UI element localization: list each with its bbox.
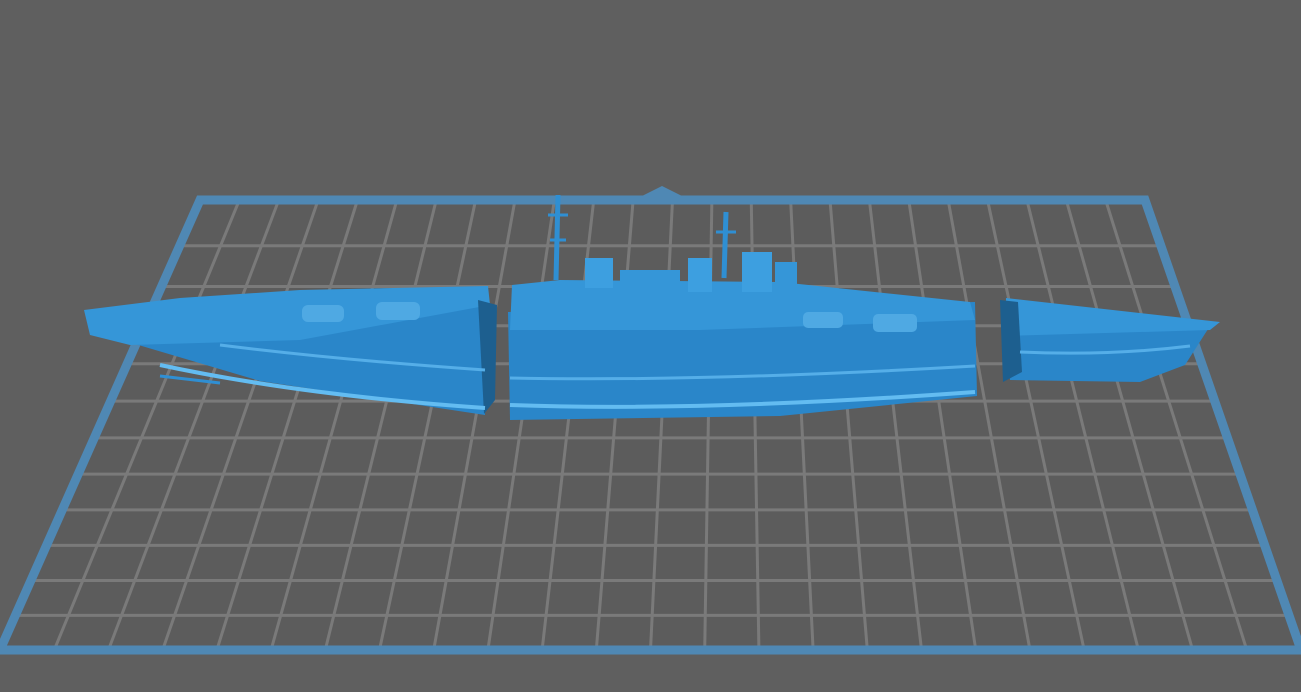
superstructure-block bbox=[688, 258, 712, 292]
stern-turret bbox=[302, 305, 344, 322]
superstructure-block bbox=[620, 270, 680, 298]
build-plate bbox=[0, 186, 1301, 655]
3d-viewport[interactable] bbox=[0, 0, 1301, 692]
superstructure-block bbox=[742, 252, 772, 292]
scene-canvas[interactable] bbox=[0, 0, 1301, 692]
superstructure-block bbox=[585, 258, 613, 288]
aft-mast bbox=[721, 211, 729, 279]
stern-turret bbox=[376, 302, 420, 320]
middle-turret bbox=[803, 312, 843, 328]
middle-turret bbox=[873, 314, 917, 332]
front-marker-triangle bbox=[640, 186, 684, 197]
superstructure-block bbox=[775, 262, 797, 294]
forward-mast bbox=[553, 194, 561, 281]
